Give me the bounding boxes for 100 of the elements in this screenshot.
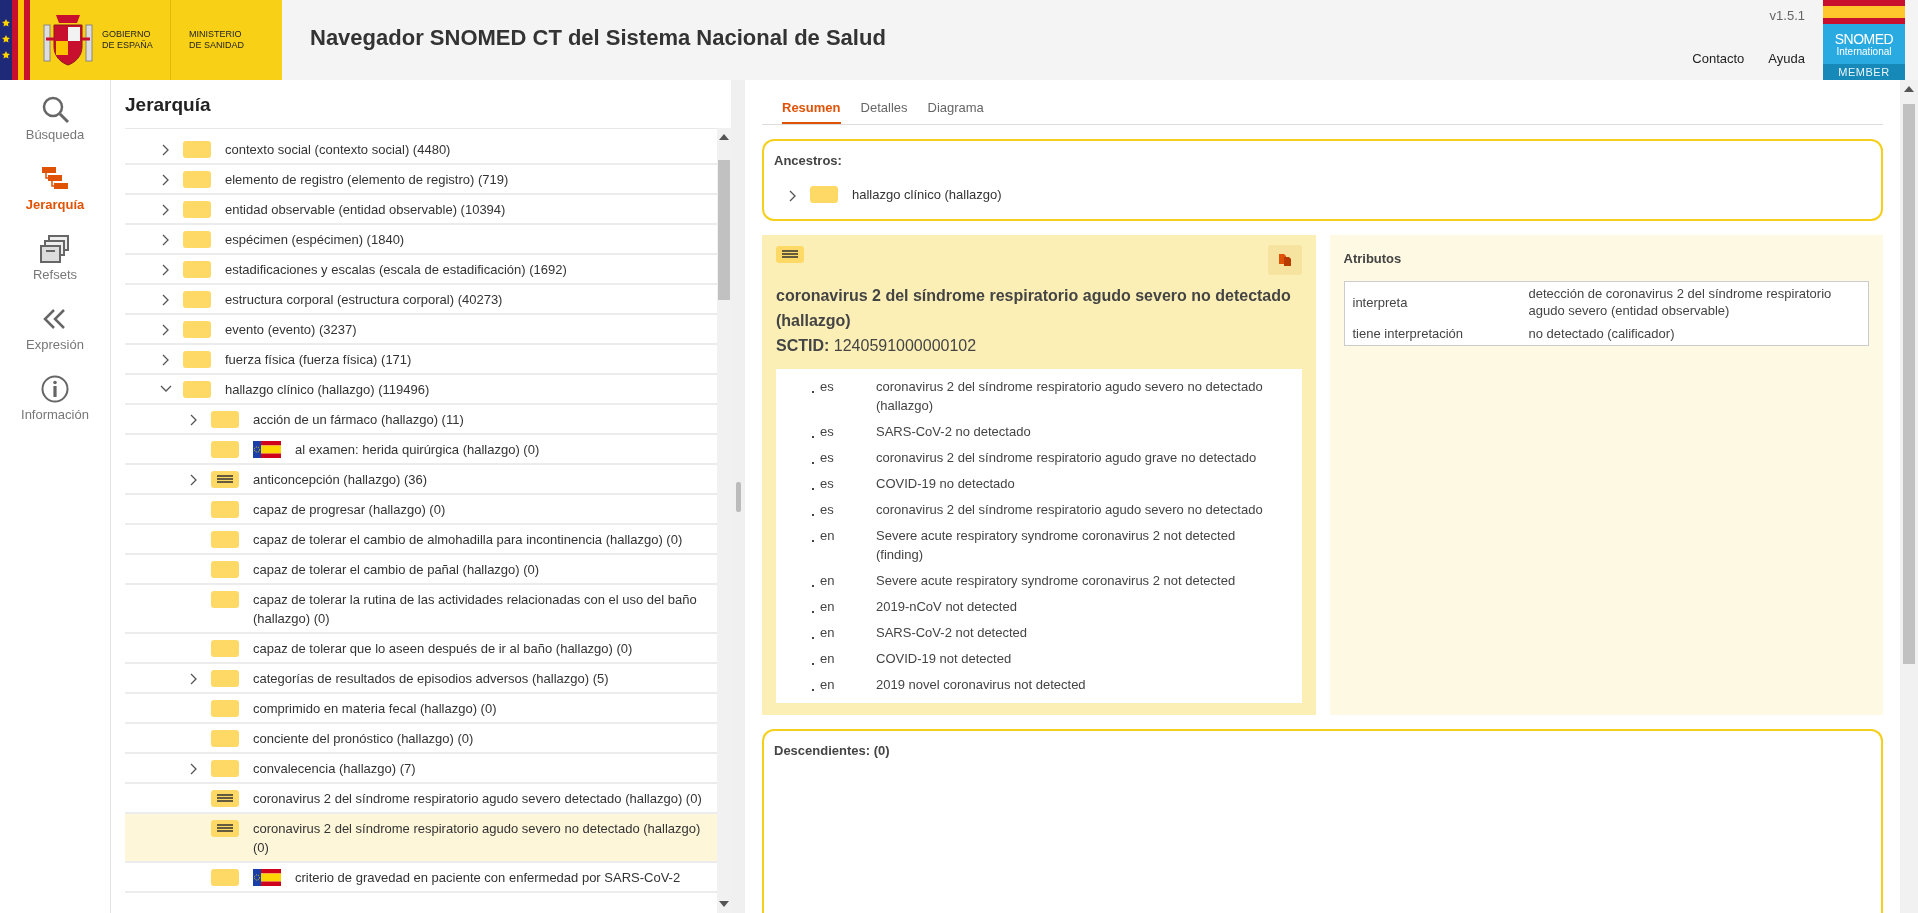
badge-subtitle: International bbox=[1836, 45, 1892, 57]
tab[interactable]: Diagrama bbox=[927, 92, 984, 124]
language-code: en bbox=[820, 624, 836, 642]
nav-item[interactable]: Información bbox=[17, 370, 93, 426]
version-text: v1.5.1 bbox=[1769, 8, 1805, 23]
attribute-name: tiene interpretación bbox=[1344, 322, 1521, 346]
language-code: en bbox=[820, 650, 836, 668]
attribute-value: detección de coronavirus 2 del síndrome respiratorio agudo severo (entidad observable) bbox=[1520, 281, 1869, 322]
section-title: Ancestros: bbox=[774, 153, 842, 168]
tree-row[interactable]: acción de un fármaco (hallazgo) (11) bbox=[125, 405, 717, 435]
language-code: es bbox=[820, 423, 835, 441]
concept-name: coronavirus 2 del síndrome respiratorio agudo severo no detectado (hallazgo) bbox=[776, 286, 1292, 331]
tree-label: capaz de tolerar el cambio de almohadilla para incontinencia (hallazgo) (0) bbox=[253, 531, 683, 549]
description-term: Severe acute respiratory syndrome coronavirus 2 not detected (finding) bbox=[876, 527, 1237, 564]
tree-row[interactable]: estructura corporal (estructura corporal) (40273) bbox=[125, 285, 717, 315]
tree-label: estadificaciones y escalas (escala de estadificación) (1692) bbox=[225, 261, 567, 279]
tree-label: comprimido en materia fecal (hallazgo) (0) bbox=[253, 700, 497, 718]
description-term: COVID-19 not detected bbox=[876, 650, 1013, 668]
attribute-name: interpreta bbox=[1344, 281, 1521, 322]
tree-label: capaz de progresar (hallazgo) (0) bbox=[253, 501, 446, 519]
language-code: en bbox=[820, 598, 836, 616]
language-code: es bbox=[820, 378, 835, 396]
nav-item[interactable]: Jerarquía bbox=[21, 160, 89, 216]
nav-item[interactable]: Expresión bbox=[22, 300, 88, 356]
tree-label: capaz de tolerar la rutina de las actividades relacionadas con el uso del baño (hallazgo) (0) bbox=[253, 591, 698, 628]
tree-label: acción de un fármaco (hallazgo) (11) bbox=[253, 411, 464, 429]
tree-label: coronavirus 2 del síndrome respiratorio agudo severo no detectado (hallazgo) (0) bbox=[253, 820, 702, 857]
tree-label: categorías de resultados de episodios adversos (hallazgo) (5) bbox=[253, 670, 609, 688]
tree-row[interactable]: comprimido en materia fecal (hallazgo) (0) bbox=[125, 694, 717, 724]
tree-label: hallazgo clínico (hallazgo) (119496) bbox=[225, 381, 430, 399]
copy-button[interactable] bbox=[1267, 245, 1302, 275]
tree-row[interactable]: capaz de tolerar la rutina de las actividades relacionadas con el uso del baño (hallazgo) (0) bbox=[125, 585, 717, 634]
section-title: Atributos bbox=[1343, 251, 1402, 266]
tree-row[interactable]: entidad observable (entidad observable) (10394) bbox=[125, 195, 717, 225]
government-text: GOBIERNO DE ESPAÑA bbox=[102, 29, 154, 51]
tab[interactable]: Resumen bbox=[782, 92, 841, 124]
tree-row[interactable]: fuerza física (fuerza física) (171) bbox=[125, 345, 717, 375]
tree-label: evento (evento) (3237) bbox=[225, 321, 357, 339]
language-code: en bbox=[820, 676, 836, 694]
description-term: Severe acute respiratory syndrome coronavirus 2 not detected bbox=[876, 572, 1237, 590]
tree-row[interactable]: hallazgo clínico (hallazgo) (119496) bbox=[125, 375, 717, 405]
ancestor-label[interactable]: hallazgo clínico (hallazgo) bbox=[852, 186, 1002, 202]
ministry-text: MINISTERIO DE SANIDAD bbox=[189, 29, 245, 51]
description-term: coronavirus 2 del síndrome respiratorio agudo severo no detectado (hallazgo) bbox=[876, 378, 1264, 415]
description-term: 2019-nCoV not detected bbox=[876, 598, 1018, 616]
tree-row[interactable]: al examen: herida quirúrgica (hallazgo) (0) bbox=[125, 435, 717, 465]
tree-label: entidad observable (entidad observable) (10394) bbox=[225, 201, 506, 219]
tree-label: al examen: herida quirúrgica (hallazgo) (0) bbox=[295, 441, 540, 459]
concept-id: SCTID: 1240591000000102 bbox=[776, 337, 978, 355]
language-code: es bbox=[820, 475, 835, 493]
tree-row[interactable]: coronavirus 2 del síndrome respiratorio agudo severo no detectado (hallazgo) (0) bbox=[125, 814, 717, 863]
tree-label: coronavirus 2 del síndrome respiratorio agudo severo detectado (hallazgo) (0) bbox=[253, 790, 702, 808]
tree-row[interactable]: espécimen (espécimen) (1840) bbox=[125, 225, 717, 255]
tab[interactable]: Detalles bbox=[860, 92, 908, 124]
tree-row[interactable]: anticoncepción (hallazgo) (36) bbox=[125, 465, 717, 495]
tree-label: estructura corporal (estructura corporal) (40273) bbox=[225, 291, 503, 309]
language-code: en bbox=[820, 572, 836, 590]
flag-stripe-icon bbox=[0, 0, 30, 80]
description-term: coronavirus 2 del síndrome respiratorio agudo severo no detectado bbox=[876, 501, 1264, 519]
tree-row[interactable]: convalecencia (hallazgo) (7) bbox=[125, 754, 717, 784]
tree-label: fuerza física (fuerza física) (171) bbox=[225, 351, 412, 369]
language-code: es bbox=[820, 501, 835, 519]
tree-label: capaz de tolerar que lo aseen después de ir al baño (hallazgo) (0) bbox=[253, 640, 633, 658]
tree-row[interactable]: criterio de gravedad en paciente con enfermedad por SARS-CoV-2 bbox=[125, 863, 717, 893]
header-link[interactable]: Ayuda bbox=[1768, 51, 1805, 66]
tree-label: espécimen (espécimen) (1840) bbox=[225, 231, 405, 249]
app-title: Navegador SNOMED CT del Sistema Nacional de Salud bbox=[310, 25, 886, 52]
description-term: coronavirus 2 del síndrome respiratorio agudo grave no detectado bbox=[876, 449, 1258, 467]
tree-label: conciente del pronóstico (hallazgo) (0) bbox=[253, 730, 474, 748]
scrollbar[interactable] bbox=[717, 128, 731, 913]
tree-row[interactable]: categorías de resultados de episodios adversos (hallazgo) (5) bbox=[125, 664, 717, 694]
tree-label: convalecencia (hallazgo) (7) bbox=[253, 760, 416, 778]
tree-row[interactable]: elemento de registro (elemento de registro) (719) bbox=[125, 165, 717, 195]
badge-name: SNOMED bbox=[1834, 31, 1894, 46]
description-term: 2019 novel coronavirus not detected bbox=[876, 676, 1087, 694]
scrollbar[interactable] bbox=[1900, 80, 1918, 913]
header-link[interactable]: Contacto bbox=[1692, 51, 1745, 66]
tree-row[interactable]: evento (evento) (3237) bbox=[125, 315, 717, 345]
tree-label: criterio de gravedad en paciente con enfermedad por SARS-CoV-2 bbox=[295, 869, 681, 887]
description-term: COVID-19 no detectado bbox=[876, 475, 1016, 493]
chevron-down-icon[interactable] bbox=[159, 384, 173, 394]
description-term: SARS-CoV-2 not detected bbox=[876, 624, 1029, 642]
tree-label: anticoncepción (hallazgo) (36) bbox=[253, 471, 428, 489]
documents-icon bbox=[1277, 253, 1292, 267]
tree-row[interactable]: conciente del pronóstico (hallazgo) (0) bbox=[125, 724, 717, 754]
panel-title: Jerarquía bbox=[125, 94, 212, 116]
tree-row[interactable]: capaz de tolerar que lo aseen después de ir al baño (hallazgo) (0) bbox=[125, 634, 717, 664]
tree-row[interactable]: capaz de progresar (hallazgo) (0) bbox=[125, 495, 717, 525]
attribute-value: no detectado (calificador) bbox=[1520, 322, 1869, 346]
section-title: Descendientes: (0) bbox=[774, 743, 890, 758]
tree-row[interactable]: capaz de tolerar el cambio de pañal (hallazgo) (0) bbox=[125, 555, 717, 585]
language-code: en bbox=[820, 527, 836, 545]
tree-label: contexto social (contexto social) (4480) bbox=[225, 141, 451, 159]
nav-item[interactable]: Refsets bbox=[28, 230, 82, 286]
description-term: SARS-CoV-2 no detectado bbox=[876, 423, 1032, 441]
tree-row[interactable]: contexto social (contexto social) (4480) bbox=[125, 135, 717, 165]
language-code: es bbox=[820, 449, 835, 467]
nav-item[interactable]: Búsqueda bbox=[21, 90, 89, 146]
tree-row[interactable]: estadificaciones y escalas (escala de estadificación) (1692) bbox=[125, 255, 717, 285]
tree-row[interactable]: capaz de tolerar el cambio de almohadilla para incontinencia (hallazgo) (0) bbox=[125, 525, 717, 555]
